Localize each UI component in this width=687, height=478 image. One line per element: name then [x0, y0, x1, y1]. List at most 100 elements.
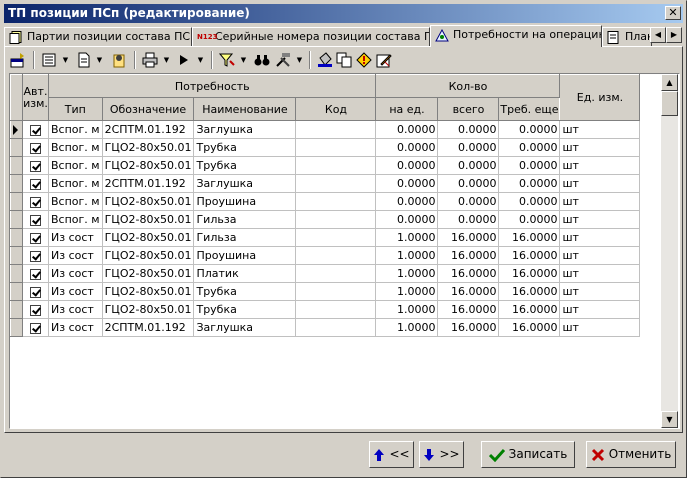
required-cell[interactable]: 0.0000	[498, 192, 561, 211]
add-row-button[interactable]	[9, 51, 27, 69]
unit-header[interactable]: Ед. изм.	[559, 74, 641, 121]
type-cell[interactable]: Вспог. м	[48, 192, 103, 211]
code-cell[interactable]	[295, 156, 377, 175]
auto-change-checkbox[interactable]	[30, 160, 41, 172]
per-unit-cell[interactable]: 1.0000	[375, 300, 439, 319]
auto-change-cell[interactable]	[22, 138, 49, 157]
per-unit-cell[interactable]: 1.0000	[375, 264, 439, 283]
auto-change-cell[interactable]	[22, 300, 49, 319]
row-indicator[interactable]	[10, 318, 23, 337]
edit-button[interactable]	[375, 51, 393, 69]
name-cell[interactable]: Трубка	[193, 156, 297, 175]
designation-cell[interactable]: 2СПТМ.01.192	[101, 120, 195, 139]
type-cell[interactable]: Вспог. м	[48, 174, 103, 193]
close-button[interactable]: ✕	[665, 6, 681, 20]
code-cell[interactable]	[295, 318, 377, 337]
auto-change-header[interactable]: Авт. изм.	[22, 74, 49, 121]
auto-change-checkbox[interactable]	[30, 322, 41, 334]
auto-change-checkbox[interactable]	[30, 214, 41, 226]
type-cell[interactable]: Из сост	[48, 246, 103, 265]
auto-change-cell[interactable]	[22, 228, 49, 247]
code-cell[interactable]	[295, 174, 377, 193]
table-row[interactable]: Из сост ГЦО2-80x50.01 Трубка 1.0000 16.0000 1…	[10, 282, 641, 301]
unit-cell[interactable]: шт	[559, 120, 641, 139]
per-unit-cell[interactable]: 1.0000	[375, 246, 439, 265]
chevron-down-icon[interactable]: ▼	[62, 57, 69, 64]
unit-cell[interactable]: шт	[559, 192, 641, 211]
row-indicator[interactable]	[10, 120, 23, 139]
auto-change-cell[interactable]	[22, 120, 49, 139]
type-header[interactable]: Тип	[48, 97, 103, 121]
code-cell[interactable]	[295, 300, 377, 319]
required-cell[interactable]: 16.0000	[498, 318, 561, 337]
type-cell[interactable]: Из сост	[48, 228, 103, 247]
filter-button[interactable]	[218, 51, 236, 69]
required-cell[interactable]: 16.0000	[498, 228, 561, 247]
total-cell[interactable]: 0.0000	[437, 210, 500, 229]
auto-change-checkbox[interactable]	[30, 286, 41, 298]
tab-scroll-right[interactable]: ▶	[666, 27, 682, 43]
designation-cell[interactable]: 2СПТМ.01.192	[101, 318, 195, 337]
tab-operation-needs[interactable]: Потребности на операцию	[430, 25, 602, 47]
total-cell[interactable]: 16.0000	[437, 264, 500, 283]
fill-button[interactable]	[316, 51, 334, 69]
unit-cell[interactable]: шт	[559, 228, 641, 247]
required-cell[interactable]: 0.0000	[498, 174, 561, 193]
auto-change-cell[interactable]	[22, 282, 49, 301]
name-cell[interactable]: Гильза	[193, 210, 297, 229]
auto-change-checkbox[interactable]	[30, 232, 41, 244]
row-indicator[interactable]	[10, 264, 23, 283]
total-cell[interactable]: 0.0000	[437, 120, 500, 139]
table-row[interactable]: Вспог. м 2СПТМ.01.192 Заглушка 0.0000 0.0000…	[10, 120, 641, 139]
designation-cell[interactable]: ГЦО2-80x50.01	[101, 156, 195, 175]
type-cell[interactable]: Из сост	[48, 264, 103, 283]
required-cell[interactable]: 0.0000	[498, 156, 561, 175]
next-button[interactable]: >>	[419, 441, 464, 468]
code-cell[interactable]	[295, 246, 377, 265]
type-cell[interactable]: Вспог. м	[48, 120, 103, 139]
auto-change-cell[interactable]	[22, 318, 49, 337]
unit-cell[interactable]: шт	[559, 210, 641, 229]
row-indicator[interactable]	[10, 228, 23, 247]
code-header[interactable]: Код	[295, 97, 377, 121]
scroll-down-button[interactable]: ▼	[661, 411, 678, 428]
row-indicator[interactable]	[10, 156, 23, 175]
row-indicator[interactable]	[10, 138, 23, 157]
auto-change-cell[interactable]	[22, 156, 49, 175]
designation-cell[interactable]: ГЦО2-80x50.01	[101, 282, 195, 301]
type-cell[interactable]: Вспог. м	[48, 210, 103, 229]
cancel-button[interactable]: Отменить	[586, 441, 676, 468]
auto-change-cell[interactable]	[22, 174, 49, 193]
row-indicator[interactable]	[10, 192, 23, 211]
per-unit-cell[interactable]: 1.0000	[375, 228, 439, 247]
required-cell[interactable]: 16.0000	[498, 282, 561, 301]
table-row[interactable]: Вспог. м ГЦО2-80x50.01 Трубка 0.0000 0.0000 0…	[10, 156, 641, 175]
total-cell[interactable]: 16.0000	[437, 300, 500, 319]
designation-header[interactable]: Обозначение	[101, 97, 195, 121]
auto-change-checkbox[interactable]	[30, 250, 41, 262]
row-indicator[interactable]	[10, 174, 23, 193]
chevron-down-icon[interactable]: ▼	[163, 57, 170, 64]
info-button[interactable]	[355, 51, 373, 69]
attach-button[interactable]	[110, 51, 128, 69]
chevron-down-icon[interactable]: ▼	[96, 57, 103, 64]
total-cell[interactable]: 0.0000	[437, 192, 500, 211]
name-cell[interactable]: Трубка	[193, 282, 297, 301]
table-row[interactable]: Из сост ГЦО2-80x50.01 Трубка 1.0000 16.0000 1…	[10, 300, 641, 319]
type-cell[interactable]: Вспог. м	[48, 138, 103, 157]
required-cell[interactable]: 0.0000	[498, 138, 561, 157]
required-header[interactable]: Треб. еще	[498, 97, 561, 121]
table-row[interactable]: Из сост ГЦО2-80x50.01 Гильза 1.0000 16.0000 1…	[10, 228, 641, 247]
unit-cell[interactable]: шт	[559, 246, 641, 265]
table-row[interactable]: Из сост 2СПТМ.01.192 Заглушка 1.0000 16.0000…	[10, 318, 641, 337]
code-cell[interactable]	[295, 282, 377, 301]
name-cell[interactable]: Трубка	[193, 138, 297, 157]
total-cell[interactable]: 16.0000	[437, 318, 500, 337]
chevron-down-icon[interactable]: ▼	[296, 57, 303, 64]
find-button[interactable]	[253, 51, 271, 69]
run-button[interactable]	[175, 51, 193, 69]
auto-change-cell[interactable]	[22, 264, 49, 283]
auto-change-checkbox[interactable]	[30, 268, 41, 280]
per-unit-cell[interactable]: 1.0000	[375, 282, 439, 301]
unit-cell[interactable]: шт	[559, 264, 641, 283]
